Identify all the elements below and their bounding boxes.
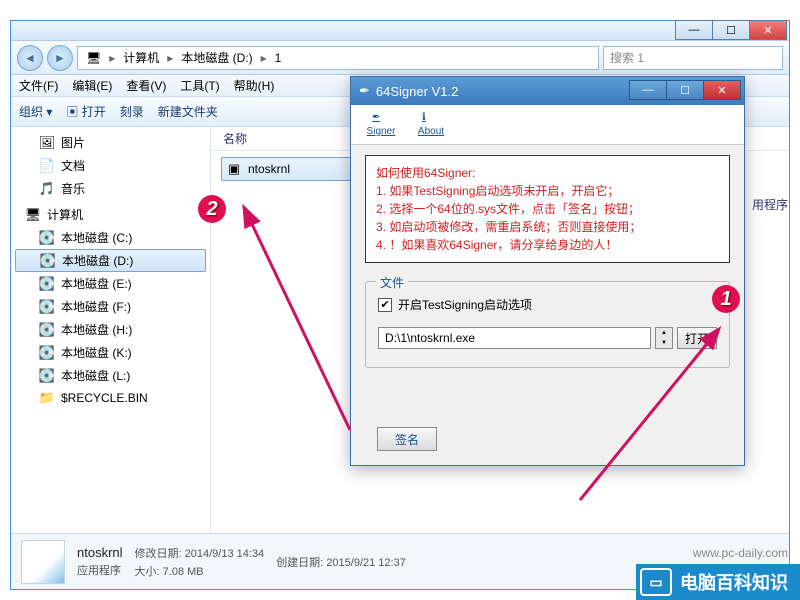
truncated-column: 用程序 [752, 196, 788, 213]
pen-icon: ✒ [359, 83, 370, 99]
pen-icon: ✒ [372, 112, 390, 126]
signer-tabs: ✒Signer ℹAbout [351, 105, 744, 145]
sidebar-item-music[interactable]: 🎵音乐 [11, 177, 210, 200]
maximize-button[interactable]: ☐ [712, 20, 750, 40]
sidebar-recycle[interactable]: 📁$RECYCLE.BIN [11, 387, 210, 409]
watermark: ▭ 电脑百科知识 [636, 564, 800, 600]
menu-tools[interactable]: 工具(T) [180, 77, 219, 94]
computer-icon: 🖥 [25, 207, 41, 223]
sidebar-group-computer[interactable]: 🖥计算机 [11, 200, 210, 226]
path-spinner[interactable]: ▲▼ [655, 327, 673, 349]
music-icon: 🎵 [39, 181, 55, 197]
signer-maximize[interactable]: ☐ [666, 80, 704, 100]
explorer-nav: ◄ ► 🖥 ▸ 计算机 ▸ 本地磁盘 (D:) ▸ 1 搜索 1 [11, 41, 789, 75]
sidebar-drive-f[interactable]: 💽本地磁盘 (F:) [11, 295, 210, 318]
annotation-1: 1 [712, 285, 740, 313]
menu-view[interactable]: 查看(V) [126, 77, 166, 94]
file-group: 文件 ✔ 开启TestSigning启动选项 D:\1\ntoskrnl.exe… [365, 281, 730, 368]
help-text: 如何使用64Signer: 1. 如果TestSigning启动选项未开启，开启… [365, 155, 730, 263]
search-placeholder: 搜索 1 [610, 49, 644, 66]
search-input[interactable]: 搜索 1 [603, 46, 783, 70]
signer-titlebar[interactable]: ✒ 64Signer V1.2 — ☐ ✕ [351, 77, 744, 105]
file-name: ntoskrnl [248, 162, 290, 176]
status-filename: ntoskrnl [77, 545, 123, 560]
signer-minimize[interactable]: — [629, 80, 667, 100]
breadcrumb-computer[interactable]: 计算机 [117, 47, 165, 68]
tab-about[interactable]: ℹAbout [407, 109, 455, 144]
signer-window: ✒ 64Signer V1.2 — ☐ ✕ ✒Signer ℹAbout 如何使… [350, 76, 745, 466]
drive-icon: 💽 [39, 368, 55, 384]
sidebar-drive-l[interactable]: 💽本地磁盘 (L:) [11, 364, 210, 387]
drive-icon: 💽 [39, 322, 55, 338]
sidebar-item-pictures[interactable]: 🖼图片 [11, 131, 210, 154]
testsigning-checkbox[interactable]: ✔ 开启TestSigning启动选项 [378, 296, 717, 313]
back-button[interactable]: ◄ [17, 45, 43, 71]
path-input[interactable]: D:\1\ntoskrnl.exe [378, 327, 651, 349]
sidebar-drive-h[interactable]: 💽本地磁盘 (H:) [11, 318, 210, 341]
checkbox-icon: ✔ [378, 298, 392, 312]
computer-icon: 🖥 [80, 49, 107, 67]
address-bar[interactable]: 🖥 ▸ 计算机 ▸ 本地磁盘 (D:) ▸ 1 [77, 46, 599, 70]
sign-button[interactable]: 签名 [377, 427, 437, 451]
drive-icon: 💽 [40, 253, 56, 269]
sidebar-drive-k[interactable]: 💽本地磁盘 (K:) [11, 341, 210, 364]
open-button[interactable]: ▣ 打开 [66, 103, 105, 120]
annotation-2: 2 [198, 195, 226, 223]
tab-signer[interactable]: ✒Signer [357, 109, 405, 144]
file-group-label: 文件 [376, 274, 408, 291]
open-file-button[interactable]: 打开 [677, 327, 717, 349]
sidebar-drive-e[interactable]: 💽本地磁盘 (E:) [11, 272, 210, 295]
file-item-ntoskrnl[interactable]: ▣ ntoskrnl [221, 157, 361, 181]
exe-icon: ▣ [226, 161, 242, 177]
close-button[interactable]: ✕ [749, 20, 787, 40]
sidebar: 🖼图片 📄文档 🎵音乐 🖥计算机 💽本地磁盘 (C:) 💽本地磁盘 (D:) 💽… [11, 127, 211, 537]
documents-icon: 📄 [39, 158, 55, 174]
drive-icon: 💽 [39, 345, 55, 361]
menu-file[interactable]: 文件(F) [19, 77, 58, 94]
status-filetype: 应用程序 [77, 562, 123, 578]
sidebar-drive-c[interactable]: 💽本地磁盘 (C:) [11, 226, 210, 249]
watermark-url: www.pc-daily.com [693, 546, 788, 560]
menu-edit[interactable]: 编辑(E) [72, 77, 112, 94]
explorer-titlebar: — ☐ ✕ [11, 21, 789, 41]
sidebar-drive-d[interactable]: 💽本地磁盘 (D:) [15, 249, 206, 272]
breadcrumb-drive[interactable]: 本地磁盘 (D:) [175, 47, 258, 68]
organize-button[interactable]: 组织 ▾ [19, 103, 52, 120]
burn-button[interactable]: 刻录 [120, 103, 144, 120]
monitor-icon: ▭ [640, 568, 672, 596]
forward-button[interactable]: ► [47, 45, 73, 71]
menu-help[interactable]: 帮助(H) [234, 77, 275, 94]
drive-icon: 💽 [39, 230, 55, 246]
signer-title: 64Signer V1.2 [376, 84, 458, 99]
minimize-button[interactable]: — [675, 20, 713, 40]
folder-icon: 📁 [39, 390, 55, 406]
signer-close[interactable]: ✕ [703, 80, 741, 100]
new-folder-button[interactable]: 新建文件夹 [158, 103, 218, 120]
drive-icon: 💽 [39, 276, 55, 292]
file-thumbnail [21, 540, 65, 584]
breadcrumb-folder[interactable]: 1 [269, 49, 288, 67]
drive-icon: 💽 [39, 299, 55, 315]
pictures-icon: 🖼 [39, 135, 55, 151]
info-icon: ℹ [422, 112, 440, 126]
sidebar-item-documents[interactable]: 📄文档 [11, 154, 210, 177]
